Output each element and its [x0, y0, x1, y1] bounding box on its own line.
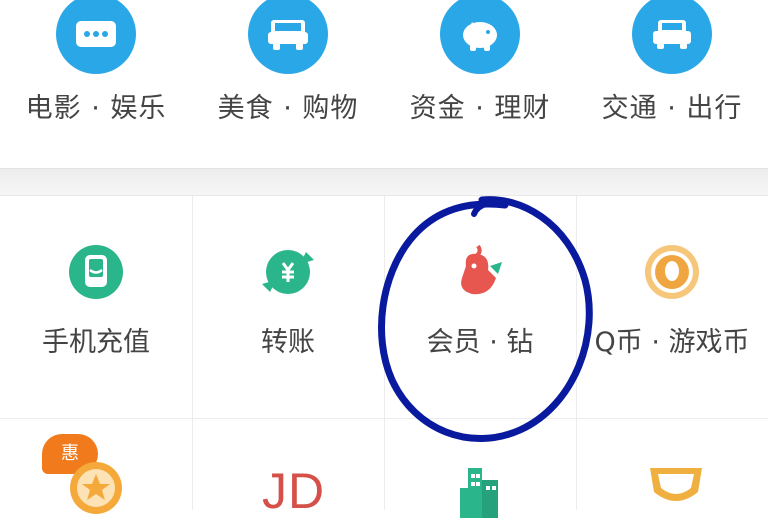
phone-recharge-icon [64, 240, 128, 304]
category-funds-finance[interactable]: 资金 · 理财 [384, 0, 576, 160]
movie-icon [56, 0, 136, 74]
grid-item-transfer[interactable]: 转账 [192, 196, 384, 412]
section-divider [0, 168, 768, 196]
category-label: 资金 · 理财 [409, 93, 551, 124]
shopping-cart-icon [248, 0, 328, 74]
category-label: 交通 · 出行 [601, 93, 743, 124]
transfer-icon [256, 240, 320, 304]
category-transport-travel[interactable]: 交通 · 出行 [576, 0, 768, 160]
car-icon [632, 0, 712, 74]
grid-item-label: 会员 · 钻 [426, 327, 534, 358]
category-food-shopping[interactable]: 美食 · 购物 [192, 0, 384, 160]
category-label: 电影 · 娱乐 [25, 93, 167, 124]
category-label: 美食 · 购物 [217, 93, 359, 124]
q-coin-icon [640, 240, 704, 304]
category-movie-entertainment[interactable]: 电影 · 娱乐 [0, 0, 192, 160]
grid-item-phone-recharge[interactable]: 手机充值 [0, 196, 192, 412]
city-building-icon[interactable] [452, 458, 516, 522]
grid-item-label: 转账 [261, 327, 315, 358]
member-diamond-icon [448, 240, 512, 304]
grid-item-member-diamond[interactable]: 会员 · 钻 [384, 196, 576, 412]
star-coupon-icon[interactable] [64, 454, 128, 518]
piggy-bank-icon [440, 0, 520, 74]
category-row: 电影 · 娱乐 美食 · 购物 资金 · 理财 交通 · 出行 [0, 0, 768, 160]
cup-icon[interactable] [644, 462, 708, 526]
grid-item-label: Q币 · 游戏币 [594, 327, 750, 358]
jd-logo[interactable]: JD [262, 462, 325, 520]
grid-item-label: 手机充值 [42, 327, 150, 358]
grid-item-q-coin[interactable]: Q币 · 游戏币 [576, 196, 768, 412]
